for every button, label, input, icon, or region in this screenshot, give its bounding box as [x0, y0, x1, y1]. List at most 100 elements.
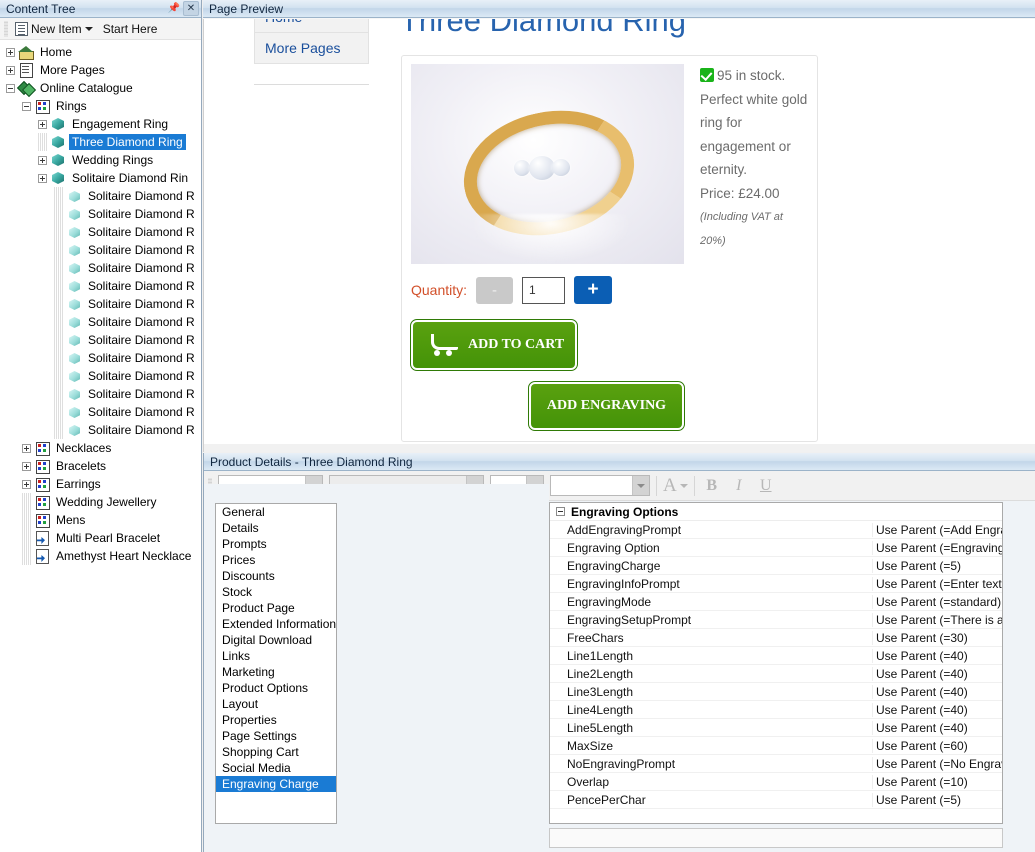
tree-node[interactable]: Solitaire Diamond R [0, 259, 201, 277]
tree-node[interactable]: Solitaire Diamond Rin [0, 169, 201, 187]
tree-node[interactable]: Solitaire Diamond R [0, 331, 201, 349]
tree-node[interactable]: Bracelets [0, 457, 201, 475]
tree-node[interactable]: Online Catalogue [0, 79, 201, 97]
property-row[interactable]: Engraving OptionUse Parent (=Engraving O… [550, 539, 1002, 557]
property-group-header[interactable]: Engraving Options [550, 503, 1002, 521]
tab-digital-download[interactable]: Digital Download [216, 632, 336, 648]
property-value[interactable]: Use Parent (=40) [872, 667, 1002, 681]
tree-node[interactable]: Solitaire Diamond R [0, 277, 201, 295]
property-value[interactable]: Use Parent (=40) [872, 703, 1002, 717]
tab-page-settings[interactable]: Page Settings [216, 728, 336, 744]
tab-product-page[interactable]: Product Page [216, 600, 336, 616]
expand-icon[interactable] [6, 48, 15, 57]
quantity-increment-button[interactable]: + [574, 276, 612, 304]
expand-icon[interactable] [38, 174, 47, 183]
property-row[interactable]: NoEngravingPromptUse Parent (=No Engravi… [550, 755, 1002, 773]
tree-node[interactable]: Solitaire Diamond R [0, 187, 201, 205]
property-value[interactable]: Use Parent (=There is a setup charge of) [872, 613, 1002, 627]
property-value[interactable]: Use Parent (=40) [872, 649, 1002, 663]
add-to-cart-button[interactable]: ADD TO CART [411, 320, 577, 370]
preview-horizontal-scrollbar[interactable] [204, 444, 1035, 452]
tab-layout[interactable]: Layout [216, 696, 336, 712]
property-row[interactable]: EngravingSetupPromptUse Parent (=There i… [550, 611, 1002, 629]
page-preview-viewport[interactable]: Home More Pages Three Diamond Ring [203, 19, 1035, 452]
property-value[interactable]: Use Parent (=Enter text below - leave li… [872, 577, 1002, 591]
property-row[interactable]: PencePerCharUse Parent (=5) [550, 791, 1002, 809]
tab-prompts[interactable]: Prompts [216, 536, 336, 552]
property-row[interactable]: EngravingChargeUse Parent (=5) [550, 557, 1002, 575]
property-row[interactable]: FreeCharsUse Parent (=30) [550, 629, 1002, 647]
property-grid-rows[interactable]: AddEngravingPromptUse Parent (=Add Engra… [550, 521, 1002, 809]
chevron-down-icon[interactable] [85, 27, 93, 31]
add-engraving-button[interactable]: ADD ENGRAVING [529, 382, 684, 430]
property-row[interactable]: Line1LengthUse Parent (=40) [550, 647, 1002, 665]
tree-node[interactable]: Mens [0, 511, 201, 529]
quantity-input[interactable]: 1 [522, 277, 565, 304]
tree-node[interactable]: Solitaire Diamond R [0, 403, 201, 421]
pin-icon[interactable]: 📌 [166, 1, 182, 16]
tree-node[interactable]: Solitaire Diamond R [0, 295, 201, 313]
property-row[interactable]: Line4LengthUse Parent (=40) [550, 701, 1002, 719]
property-row[interactable]: MaxSizeUse Parent (=60) [550, 737, 1002, 755]
property-row[interactable]: AddEngravingPromptUse Parent (=Add Engra… [550, 521, 1002, 539]
tab-product-options[interactable]: Product Options [216, 680, 336, 696]
product-details-tab-list[interactable]: GeneralDetailsPromptsPricesDiscountsStoc… [215, 503, 337, 824]
tab-marketing[interactable]: Marketing [216, 664, 336, 680]
nav-item-more-pages[interactable]: More Pages [254, 32, 369, 64]
property-value[interactable]: Use Parent (=5) [872, 559, 1002, 573]
tab-details[interactable]: Details [216, 520, 336, 536]
property-row[interactable]: Line3LengthUse Parent (=40) [550, 683, 1002, 701]
tab-social-media[interactable]: Social Media [216, 760, 336, 776]
tree-node[interactable]: Solitaire Diamond R [0, 385, 201, 403]
property-row[interactable]: EngravingModeUse Parent (=standard) [550, 593, 1002, 611]
tab-discounts[interactable]: Discounts [216, 568, 336, 584]
start-here-button[interactable]: Start Here [100, 21, 161, 37]
collapse-icon[interactable] [22, 102, 31, 111]
quantity-decrement-button[interactable]: - [476, 277, 513, 304]
tree-node[interactable]: Three Diamond Ring [0, 133, 201, 151]
expand-icon[interactable] [6, 66, 15, 75]
property-value[interactable]: Use Parent (=10) [872, 775, 1002, 789]
tree-node[interactable]: Solitaire Diamond R [0, 223, 201, 241]
property-value[interactable]: Use Parent (=Engraving Option Code) [872, 541, 1002, 555]
property-value[interactable]: Use Parent (=30) [872, 631, 1002, 645]
tree-node[interactable]: Solitaire Diamond R [0, 349, 201, 367]
tree-node[interactable]: Solitaire Diamond R [0, 367, 201, 385]
property-value[interactable]: Use Parent (=standard) [872, 595, 1002, 609]
tree-node[interactable]: Solitaire Diamond R [0, 205, 201, 223]
property-value[interactable]: Use Parent (=5) [872, 793, 1002, 807]
tab-general[interactable]: General [216, 504, 336, 520]
tree-node[interactable]: Solitaire Diamond R [0, 241, 201, 259]
expand-icon[interactable] [38, 156, 47, 165]
expand-icon[interactable] [22, 480, 31, 489]
tree-node[interactable]: Earrings [0, 475, 201, 493]
tab-extended-information[interactable]: Extended Information [216, 616, 336, 632]
tree-node[interactable]: Home [0, 43, 201, 61]
property-row[interactable]: Line5LengthUse Parent (=40) [550, 719, 1002, 737]
tree-node[interactable]: More Pages [0, 61, 201, 79]
tree-node[interactable]: Solitaire Diamond R [0, 313, 201, 331]
tree-node[interactable]: Engagement Ring [0, 115, 201, 133]
tab-shopping-cart[interactable]: Shopping Cart [216, 744, 336, 760]
tree-node[interactable]: Solitaire Diamond R [0, 421, 201, 439]
product-image[interactable] [411, 64, 684, 264]
expand-icon[interactable] [22, 462, 31, 471]
tab-engraving-charge[interactable]: Engraving Charge [216, 776, 336, 792]
tree-node[interactable]: Necklaces [0, 439, 201, 457]
tab-stock[interactable]: Stock [216, 584, 336, 600]
property-row[interactable]: EngravingInfoPromptUse Parent (=Enter te… [550, 575, 1002, 593]
property-value[interactable]: Use Parent (=40) [872, 721, 1002, 735]
tab-links[interactable]: Links [216, 648, 336, 664]
property-value[interactable]: Use Parent (=Add Engraving) [872, 523, 1002, 537]
property-row[interactable]: OverlapUse Parent (=10) [550, 773, 1002, 791]
expand-icon[interactable] [22, 444, 31, 453]
tree-node[interactable]: Rings [0, 97, 201, 115]
property-grid[interactable]: Engraving Options AddEngravingPromptUse … [549, 502, 1003, 824]
close-icon[interactable]: ✕ [183, 1, 199, 16]
new-item-button[interactable]: New Item [12, 21, 96, 37]
tree-node[interactable]: Wedding Jewellery [0, 493, 201, 511]
collapse-icon[interactable] [556, 507, 565, 516]
content-tree-list[interactable]: HomeMore PagesOnline CatalogueRingsEngag… [0, 40, 201, 852]
tree-node[interactable]: Amethyst Heart Necklace [0, 547, 201, 565]
nav-item-home[interactable]: Home [254, 19, 369, 32]
